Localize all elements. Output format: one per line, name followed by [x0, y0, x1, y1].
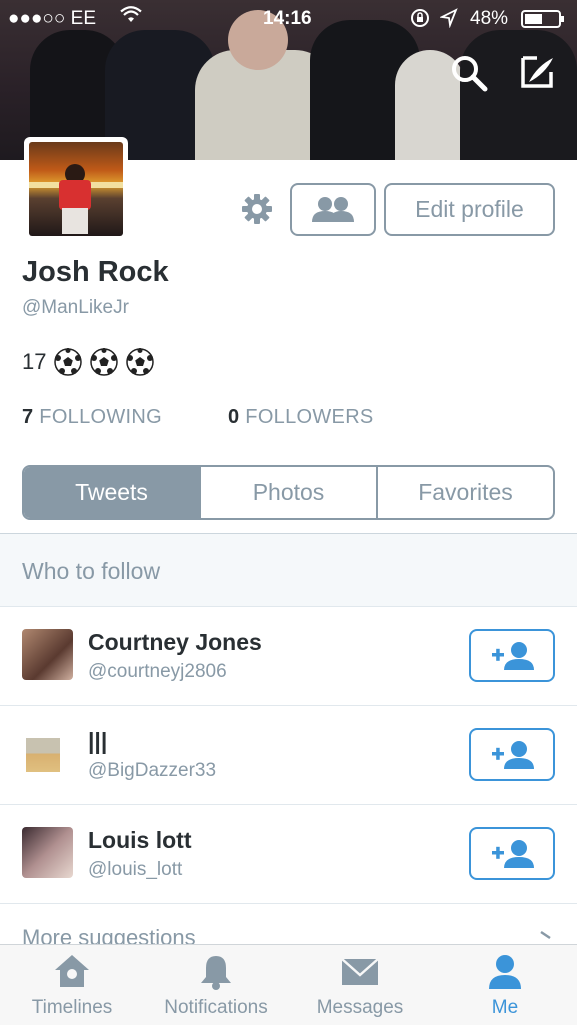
following-count-link[interactable]: 7 FOLLOWING: [22, 406, 162, 429]
tab-photos[interactable]: Photos: [199, 467, 376, 518]
tab-timelines[interactable]: Timelines: [14, 945, 130, 1025]
battery-icon: [521, 10, 567, 34]
tab-tweets[interactable]: Tweets: [24, 467, 199, 518]
who-to-follow-header: Who to follow: [0, 533, 577, 607]
profile-avatar[interactable]: [24, 137, 128, 241]
user-avatar[interactable]: [22, 728, 73, 779]
home-icon: [55, 955, 89, 987]
soccer-ball-icon: [90, 348, 119, 376]
bell-icon: [201, 956, 231, 990]
suggestion-handle: @BigDazzer33: [88, 760, 217, 781]
profile-name: Josh Rock: [22, 256, 169, 288]
add-user-icon: [492, 641, 534, 670]
header-photo: ●●●○○ EE 14:16 48%: [0, 0, 577, 160]
suggestion-row[interactable]: Louis lott @louis_lott: [0, 805, 577, 904]
follow-button[interactable]: [469, 629, 555, 682]
user-avatar[interactable]: [22, 629, 73, 680]
following-label: FOLLOWING: [39, 406, 163, 428]
suggestion-name: Courtney Jones: [88, 629, 262, 655]
tab-favorites[interactable]: Favorites: [376, 467, 553, 518]
lock-rotation-icon: [410, 8, 430, 34]
profile-handle: @ManLikeJr: [22, 297, 129, 318]
profile-bio: 17: [22, 348, 155, 376]
soccer-ball-icon: [126, 348, 155, 376]
tab-me[interactable]: Me: [470, 945, 540, 1025]
tab-label: Timelines: [31, 997, 113, 1018]
lists-button[interactable]: [290, 183, 376, 236]
profile-tabs: Tweets Photos Favorites: [22, 465, 555, 520]
person-icon: [489, 955, 521, 989]
compose-icon[interactable]: [515, 52, 559, 96]
followers-label: FOLLOWERS: [245, 406, 374, 428]
status-bar: ●●●○○ EE 14:16 48%: [0, 0, 577, 38]
add-user-icon: [492, 839, 534, 868]
suggestion-handle: @louis_lott: [88, 859, 183, 880]
followers-count: 0: [228, 406, 240, 428]
tab-label: Notifications: [164, 997, 268, 1018]
following-count: 7: [22, 406, 34, 428]
tab-notifications[interactable]: Notifications: [150, 945, 282, 1025]
suggestion-row[interactable]: ||| @BigDazzer33: [0, 706, 577, 805]
carrier: ●●●○○ EE: [8, 8, 97, 29]
suggestion-handle: @courtneyj2806: [88, 661, 227, 682]
who-to-follow-title: Who to follow: [22, 558, 161, 584]
bio-text: 17: [22, 349, 47, 374]
envelope-icon: [341, 958, 379, 985]
suggestion-name: Louis lott: [88, 827, 192, 853]
wifi-icon: [120, 6, 142, 30]
settings-gear-icon[interactable]: [240, 192, 274, 231]
tab-bar: Timelines Notifications Messages Me: [0, 944, 577, 1025]
followers-count-link[interactable]: 0 FOLLOWERS: [228, 406, 374, 429]
edit-profile-button[interactable]: Edit profile: [384, 183, 555, 236]
location-icon: [439, 8, 458, 34]
avatar-image: [29, 142, 123, 236]
user-avatar[interactable]: [22, 827, 73, 878]
follow-button[interactable]: [469, 728, 555, 781]
add-user-icon: [492, 740, 534, 769]
battery-percent: 48%: [470, 8, 509, 29]
soccer-ball-icon: [54, 348, 83, 376]
tab-label: Messages: [316, 997, 404, 1018]
people-icon: [312, 196, 354, 222]
follow-button[interactable]: [469, 827, 555, 880]
tab-label: Me: [491, 997, 519, 1018]
search-icon[interactable]: [448, 52, 492, 96]
clock: 14:16: [263, 8, 312, 29]
tab-messages[interactable]: Messages: [304, 945, 416, 1025]
suggestion-row[interactable]: Courtney Jones @courtneyj2806: [0, 607, 577, 706]
suggestion-name: |||: [88, 728, 108, 754]
